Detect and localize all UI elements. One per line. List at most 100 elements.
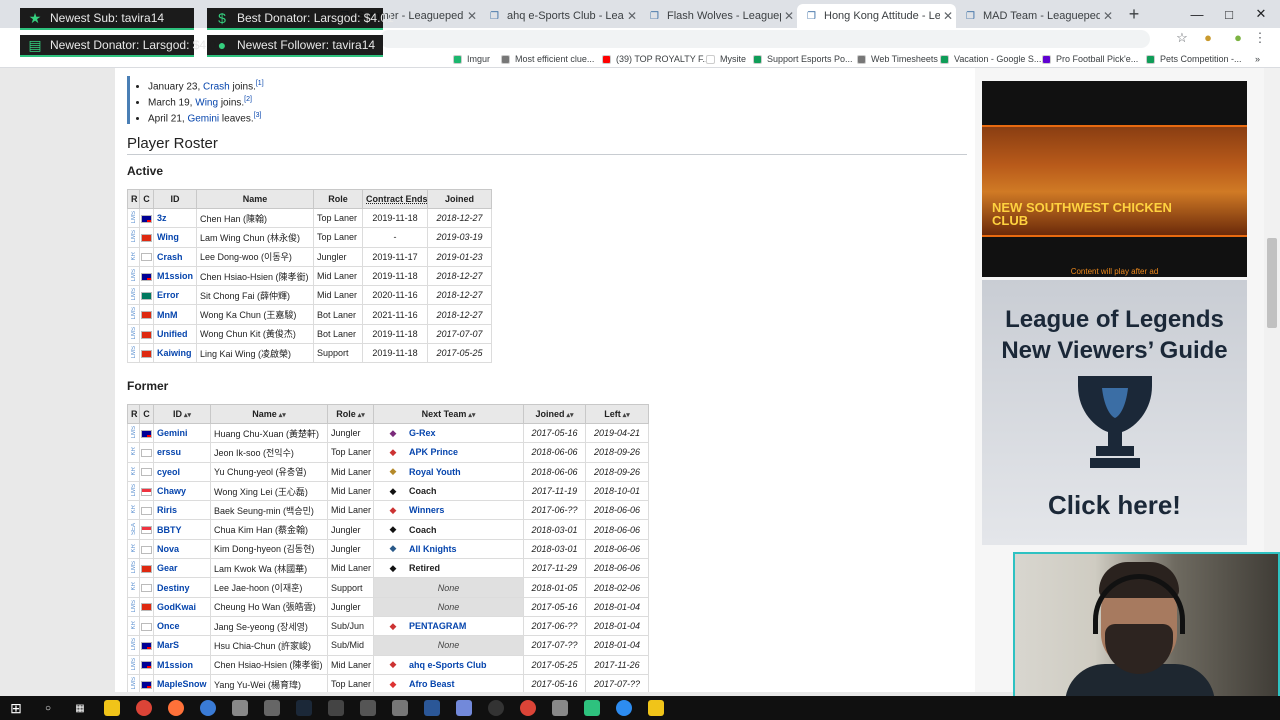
player-link[interactable]: Crash: [203, 81, 230, 92]
player-link[interactable]: 3z: [157, 213, 167, 223]
extension-icon[interactable]: ●: [1230, 30, 1246, 46]
search-icon[interactable]: ○: [40, 700, 56, 716]
app-icon[interactable]: [392, 700, 408, 716]
player-link[interactable]: Wing: [195, 97, 218, 108]
tab-close-icon[interactable]: ✕: [940, 9, 956, 23]
app-icon[interactable]: [616, 700, 632, 716]
browser-tab[interactable]: ❐ MAD Team - Leaguepedia | Leag✕: [956, 4, 1116, 28]
player-link[interactable]: Kaiwing: [157, 348, 192, 358]
bookmark-item[interactable]: Mysite: [706, 53, 746, 65]
app-icon[interactable]: [424, 700, 440, 716]
sort-icon[interactable]: ▴▾: [621, 412, 630, 419]
team-link[interactable]: Afro Beast: [409, 679, 455, 689]
player-link[interactable]: Gemini: [187, 113, 219, 124]
player-link[interactable]: Crash: [157, 252, 183, 262]
sort-icon[interactable]: ▴▾: [277, 412, 286, 419]
column-header[interactable]: Name ▴▾: [210, 404, 328, 424]
player-link[interactable]: cyeol: [157, 467, 180, 477]
tab-close-icon[interactable]: ✕: [1100, 9, 1116, 23]
bookmark-item[interactable]: (39) TOP ROYALTY F...: [602, 53, 710, 65]
app-icon[interactable]: [584, 700, 600, 716]
reference-link[interactable]: [3]: [254, 112, 262, 119]
reference-link[interactable]: [1]: [256, 80, 264, 87]
player-link[interactable]: GodKwai: [157, 602, 196, 612]
close-window-button[interactable]: ✕: [1238, 0, 1280, 28]
bookmark-item[interactable]: Web Timesheets: [857, 53, 938, 65]
tab-close-icon[interactable]: ✕: [781, 9, 797, 23]
bookmarks-overflow-icon[interactable]: »: [1255, 53, 1260, 65]
player-link[interactable]: M1ssion: [157, 660, 193, 670]
extension-icon[interactable]: ●: [1200, 30, 1216, 46]
player-link[interactable]: MnM: [157, 310, 178, 320]
reference-link[interactable]: [2]: [244, 96, 252, 103]
food-ad[interactable]: NEW SOUTHWEST CHICKEN CLUB Content will …: [982, 81, 1247, 277]
player-link[interactable]: Gemini: [157, 428, 188, 438]
bookmark-item[interactable]: Pro Football Pick'e...: [1042, 53, 1138, 65]
bookmark-item[interactable]: Vacation - Google S...: [940, 53, 1041, 65]
player-link[interactable]: Gear: [157, 563, 178, 573]
new-viewers-guide-ad[interactable]: League of Legends New Viewers’ Guide Cli…: [982, 280, 1247, 545]
tab-close-icon[interactable]: ✕: [624, 9, 640, 23]
app-icon[interactable]: [360, 700, 376, 716]
scrollbar-thumb[interactable]: [1267, 238, 1277, 328]
new-tab-button[interactable]: +: [1124, 4, 1144, 24]
column-header[interactable]: ID ▴▾: [153, 404, 211, 424]
app-icon[interactable]: [328, 700, 344, 716]
player-link[interactable]: Wing: [157, 232, 179, 242]
browser-tab[interactable]: ❐ Hong Kong Attitude - Leaguepedia✕: [797, 4, 956, 28]
bookmark-star-icon[interactable]: ☆: [1174, 30, 1190, 46]
chrome-icon[interactable]: [520, 700, 536, 716]
player-link[interactable]: MapleSnow: [157, 679, 207, 689]
player-link[interactable]: Chawy: [157, 486, 186, 496]
player-link[interactable]: BBTY: [157, 525, 182, 535]
player-link[interactable]: Error: [157, 290, 179, 300]
player-link[interactable]: erssu: [157, 447, 181, 457]
sort-icon[interactable]: ▴▾: [466, 412, 475, 419]
browser-tab[interactable]: ❐ Flash Wolves - Leaguepedia | Lea✕: [640, 4, 797, 28]
app-icon[interactable]: [552, 700, 568, 716]
address-bar[interactable]: [380, 30, 1150, 48]
browser-tab[interactable]: ❐ ahq e-Sports Club - Leaguepedia✕: [480, 4, 640, 28]
file-explorer-icon[interactable]: [104, 700, 120, 716]
player-link[interactable]: Once: [157, 621, 180, 631]
player-link[interactable]: Riris: [157, 505, 177, 515]
firefox-icon[interactable]: [168, 700, 184, 716]
column-header[interactable]: Contract Ends: [362, 189, 428, 209]
sort-icon[interactable]: ▴▾: [565, 412, 573, 419]
team-link[interactable]: APK Prince: [409, 447, 458, 457]
chrome-icon[interactable]: [136, 700, 152, 716]
team-link[interactable]: ahq e-Sports Club: [409, 660, 487, 670]
overlay-text: Newest Donator: Larsgod: $4.01: [50, 38, 223, 52]
column-header[interactable]: Role ▴▾: [327, 404, 374, 424]
tab-close-icon[interactable]: ✕: [464, 9, 480, 23]
app-icon[interactable]: [648, 700, 664, 716]
team-link[interactable]: Royal Youth: [409, 467, 461, 477]
task-view-icon[interactable]: ▦: [72, 700, 88, 716]
bookmark-item[interactable]: Most efficient clue...: [501, 53, 594, 65]
column-header[interactable]: Left ▴▾: [585, 404, 649, 424]
app-icon[interactable]: [232, 700, 248, 716]
calculator-icon[interactable]: [264, 700, 280, 716]
player-link[interactable]: Unified: [157, 329, 188, 339]
player-link[interactable]: Destiny: [157, 583, 190, 593]
team-link[interactable]: Winners: [409, 505, 444, 515]
team-link[interactable]: PENTAGRAM: [409, 621, 466, 631]
team-link[interactable]: G-Rex: [409, 428, 436, 438]
bookmark-item[interactable]: Pets Competition -...: [1146, 53, 1242, 65]
bookmark-item[interactable]: Imgur: [453, 53, 490, 65]
player-link[interactable]: MarS: [157, 640, 179, 650]
discord-icon[interactable]: [456, 700, 472, 716]
team-link[interactable]: All Knights: [409, 544, 457, 554]
windows-start-icon[interactable]: ⊞: [8, 700, 24, 716]
app-icon[interactable]: [488, 700, 504, 716]
player-link[interactable]: M1ssion: [157, 271, 193, 281]
sort-icon[interactable]: ▴▾: [182, 412, 191, 419]
menu-icon[interactable]: ⋮: [1252, 30, 1268, 46]
column-header[interactable]: Next Team ▴▾: [373, 404, 524, 424]
column-header[interactable]: Joined ▴▾: [523, 404, 586, 424]
bookmark-item[interactable]: Support Esports Po...: [753, 53, 853, 65]
player-link[interactable]: Nova: [157, 544, 179, 554]
steam-icon[interactable]: [296, 700, 312, 716]
app-icon[interactable]: [200, 700, 216, 716]
sort-icon[interactable]: ▴▾: [356, 412, 365, 419]
